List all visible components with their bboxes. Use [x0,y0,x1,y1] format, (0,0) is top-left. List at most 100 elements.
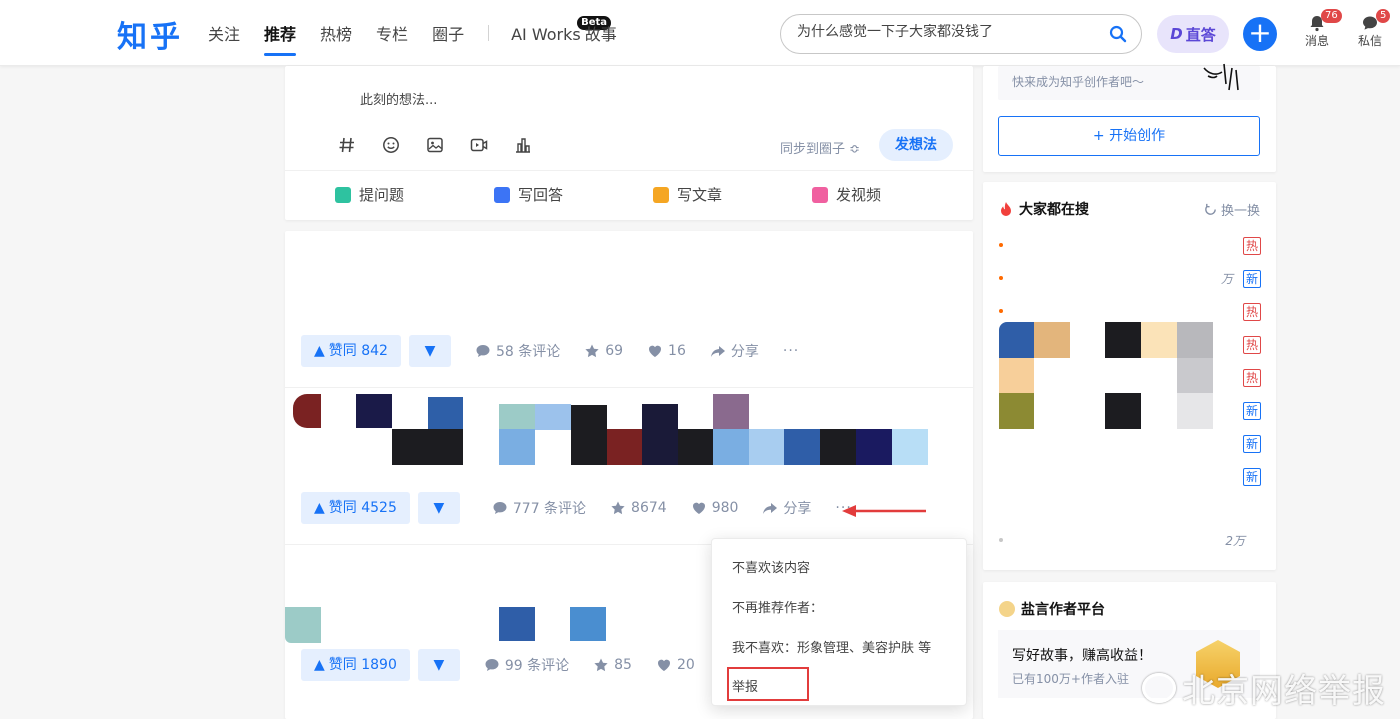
downvote-button[interactable]: ▼ [417,649,460,681]
hot-row-text: 2万 [1225,534,1245,548]
watermark-text: 北京网络举报 [1182,671,1386,710]
poll-chart-icon[interactable] [511,134,535,156]
earn-subtitle: 已有100万+作者入驻 [1012,672,1129,686]
favorite-button[interactable]: 8674 [610,500,667,516]
write-article-button[interactable]: 写文章 [653,184,722,205]
post-video-button[interactable]: 发视频 [812,184,881,205]
content-image-tile [642,404,678,465]
content-image-tile [749,429,785,465]
main-nav: 关注 推荐 热榜 专栏 圈子 AI Works Beta 故事 [208,0,641,66]
star-icon [611,501,625,515]
favorite-count: 8674 [631,500,667,516]
comment-button[interactable]: 58 条评论 [475,341,560,361]
upvote-button[interactable]: ▲ 赞同 4525 [301,492,410,524]
sync-to-circle-select[interactable]: 同步到圈子 ≎ [780,138,860,157]
search-input[interactable] [797,24,1097,40]
composer-input[interactable]: 此刻的想法... [360,89,437,108]
upvote-count: 赞同 842 [328,343,388,359]
top-header: 知乎 关注 推荐 热榜 专栏 圈子 AI Works Beta 故事 D 直答 … [0,0,1400,66]
content-image-tile [999,393,1034,429]
zhida-button[interactable]: D 直答 [1157,15,1229,53]
hot-search-row[interactable]: 万新 [999,269,1261,289]
hot-search-row[interactable]: 热 [999,236,1261,256]
share-arrow-icon [763,503,778,514]
nav-ai-works[interactable]: AI Works Beta [511,0,612,66]
content-image-tile [1141,322,1177,358]
favorite-button[interactable]: 69 [584,343,623,359]
rank-dot [999,276,1003,280]
nav-recommend[interactable]: 推荐 [264,0,297,66]
menu-block-author[interactable]: 不再推荐作者： [732,597,823,616]
start-creating-button[interactable]: + 开始创作 [998,116,1260,156]
comment-count: 58 条评论 [495,344,561,360]
video-icon[interactable] [467,134,491,156]
like-button[interactable]: 20 [656,657,695,673]
content-image-tile [1105,322,1141,358]
hot-tag: 热 [1243,237,1261,255]
menu-dislike-content[interactable]: 不喜欢该内容 [732,557,810,576]
favorite-count: 85 [614,657,632,673]
nav-follow[interactable]: 关注 [208,0,240,66]
write-answer-button[interactable]: 写回答 [494,184,563,205]
emoji-icon[interactable] [379,134,403,156]
downvote-button[interactable]: ▼ [417,492,460,524]
content-image-tile [570,607,606,641]
comment-button[interactable]: 99 条评论 [484,655,569,675]
hot-search-row[interactable]: 热 [999,302,1261,322]
content-image-tile [535,404,571,430]
creator-tip-banner: 快来成为知乎创作者吧～ [998,63,1260,100]
hot-search-row[interactable]: 新 [999,434,1261,454]
image-icon[interactable] [423,134,447,156]
messages-button[interactable]: 76 消息 [1297,9,1342,49]
rank-dot [999,243,1003,247]
hot-tag: 热 [1243,336,1261,354]
post-thought-button[interactable]: 发想法 [879,129,953,161]
content-image-tile [293,394,321,428]
upvote-button[interactable]: ▲ 赞同 1890 [301,649,410,681]
comment-button[interactable]: 777 条评论 [492,498,586,518]
content-image-tile [678,429,714,465]
hashtag-icon[interactable] [335,134,359,156]
nav-circle[interactable]: 圈子 [432,0,464,66]
trending-search-card: 大家都在搜 换一换 热 万新 热 热 热 新 新 新 2万 [983,182,1276,570]
heart-icon [692,502,705,514]
zhihu-logo[interactable]: 知乎 [117,12,183,56]
content-image-tile [713,394,749,429]
hot-search-row[interactable]: 2万 [999,531,1261,551]
nav-hot[interactable]: 热榜 [320,0,352,66]
dm-button[interactable]: 5 私信 [1350,9,1391,49]
hot-search-row[interactable]: 热 [999,368,1261,388]
post-video-label: 发视频 [836,186,882,204]
content-image-tile [713,429,749,465]
search-icon[interactable] [1109,25,1127,47]
menu-dislike-topics[interactable]: 我不喜欢：形象管理、美容护肤 等 [732,637,931,656]
share-button[interactable]: 分享 [762,498,811,518]
upvote-button[interactable]: ▲ 赞同 842 [301,335,401,367]
composer-divider [285,170,973,171]
hot-search-row[interactable]: 新 [999,467,1261,487]
refresh-button[interactable]: 换一换 [1204,200,1260,219]
nav-story[interactable]: 故事 [585,0,617,66]
composer-actions: 提问题 写回答 写文章 发视频 [335,184,881,205]
downvote-button[interactable]: ▼ [408,335,451,367]
nav-column[interactable]: 专栏 [376,0,408,66]
content-image-tile [499,404,535,430]
like-button[interactable]: 16 [647,343,686,359]
like-count: 20 [676,657,695,673]
like-button[interactable]: 980 [691,500,738,516]
feed-item-1-actions: ▲ 赞同 842 ▼ 58 条评论 69 16 分享 ··· [301,335,799,367]
favorite-button[interactable]: 85 [593,657,632,673]
zhida-label: 直答 [1185,25,1216,44]
content-image-tile [999,358,1034,393]
answer-icon [494,186,511,203]
new-tag: 新 [1243,402,1261,420]
share-button[interactable]: 分享 [710,341,759,361]
search-box[interactable] [780,14,1142,54]
ask-question-button[interactable]: 提问题 [335,184,404,205]
more-options-button[interactable]: ··· [783,343,799,359]
platform-title-text: 盐言作者平台 [1021,602,1105,618]
zhida-logo-icon: D [1170,25,1183,43]
upvote-triangle-icon: ▲ [314,500,325,516]
create-plus-button[interactable]: + [1243,17,1277,51]
share-label: 分享 [783,501,812,517]
